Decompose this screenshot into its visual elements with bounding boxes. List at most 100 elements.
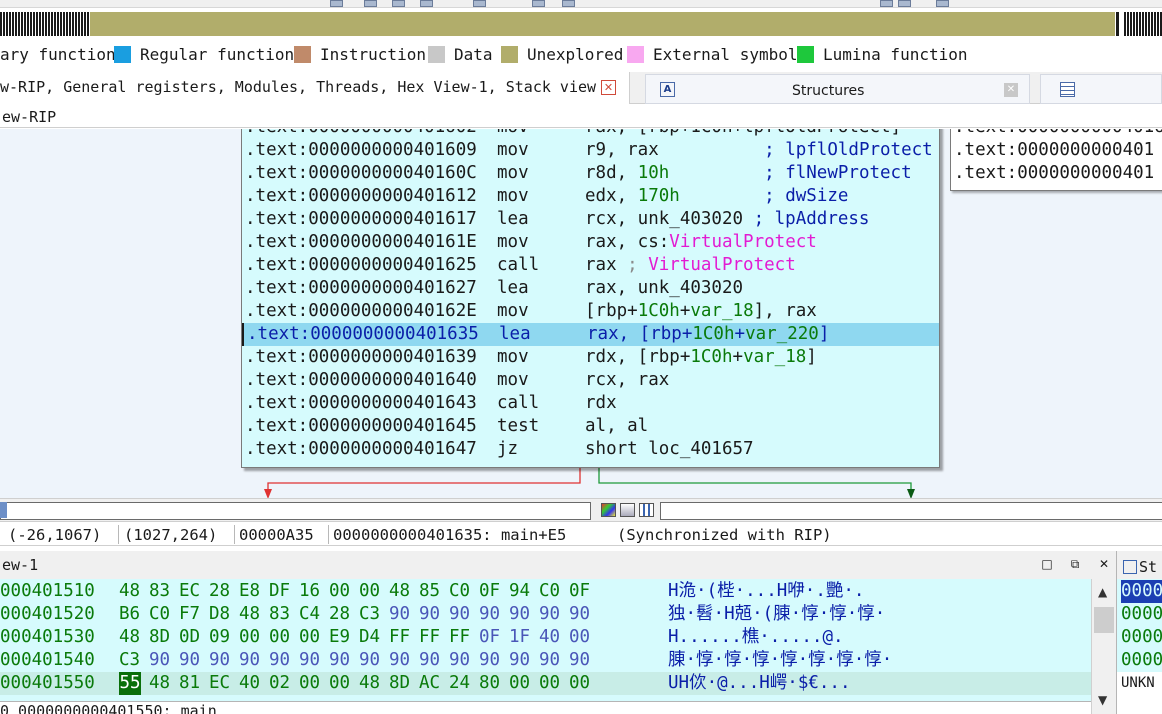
hex-byte[interactable]: 0D [179, 626, 209, 649]
hex-byte[interactable]: 0F [569, 580, 599, 603]
hex-byte[interactable]: 90 [509, 603, 539, 626]
hex-byte[interactable]: 00 [239, 626, 269, 649]
stack-row[interactable]: 0000 [1121, 626, 1162, 649]
scroll-up-icon[interactable]: ▲ [1098, 585, 1107, 599]
asm-mnemonic[interactable]: mov [497, 185, 529, 208]
hex-byte[interactable]: 00 [299, 626, 329, 649]
close-icon[interactable]: ✕ [601, 80, 616, 95]
asm-address[interactable]: .text:0000000000401627 [245, 277, 477, 300]
hex-byte[interactable]: 48 [389, 580, 419, 603]
nav-segment-code[interactable] [0, 12, 90, 36]
stack-row[interactable]: 0000 [1121, 649, 1162, 672]
tab-structures[interactable]: A Structures ✕ [645, 74, 1030, 104]
asm-mnemonic[interactable]: mov [497, 129, 529, 139]
asm-line[interactable]: .text:0000000000401640 mov rcx, rax [242, 369, 939, 392]
hex-byte[interactable]: 90 [209, 649, 239, 672]
hex-byte[interactable]: 90 [419, 603, 449, 626]
hex-ascii[interactable]: UH佽·@...H崿·$€... [668, 672, 851, 695]
stack-view[interactable]: St 00000000000000000000 UNKN [1116, 551, 1162, 714]
hex-byte[interactable]: 90 [269, 649, 299, 672]
asm-operands[interactable]: rax, [rbp+1C0h+var_220] [587, 323, 829, 346]
asm-operands[interactable]: rax, cs:VirtualProtect [585, 231, 817, 254]
stack-row[interactable]: 0000 [1121, 580, 1162, 603]
asm-address[interactable]: .text:000000000040162E [245, 300, 477, 323]
asm-line[interactable]: .text:0000000000401617 lea rcx, unk_403020… [242, 208, 939, 231]
hex-byte[interactable]: 00 [569, 626, 599, 649]
asm-mnemonic[interactable]: test [497, 415, 539, 438]
maximize-icon[interactable]: □ [1040, 557, 1054, 571]
asm-address[interactable]: .text:0000000000401639 [245, 346, 477, 369]
toolbar-icon[interactable] [880, 0, 893, 7]
asm-line[interactable]: .text:0000000000401 [954, 139, 1154, 162]
hex-byte[interactable]: 48 [119, 626, 149, 649]
asm-mnemonic[interactable]: lea [497, 277, 529, 300]
hex-byte[interactable]: 90 [389, 649, 419, 672]
toolbar-icon[interactable] [532, 0, 545, 7]
asm-address[interactable]: .text:0000000000401617 [245, 208, 477, 231]
hex-byte[interactable]: EC [179, 580, 209, 603]
hex-byte[interactable]: 80 [479, 672, 509, 695]
hex-row[interactable]: 000401530 48 8D 0D 09 00 00 00 E9 D4 FF FF FF 0F 1F 40 0… [0, 626, 1091, 649]
asm-line[interactable]: .text:000000000040162E mov [rbp+1C0h+var_1… [242, 300, 939, 323]
hex-row[interactable]: 000401520 B6 C0 F7 D8 48 83 C4 28 C3 90 90 90 90 90 90 9… [0, 603, 1091, 626]
hex-byte[interactable]: FF [389, 626, 419, 649]
asm-operands[interactable]: rax ; VirtualProtect [585, 254, 796, 277]
hex-scrollbar[interactable]: ▲ ▼ [1091, 579, 1116, 714]
asm-line[interactable]: .text:0000000000401643 call rdx [242, 392, 939, 415]
hex-byte[interactable]: 48 [239, 603, 269, 626]
hex-byte[interactable]: 24 [449, 672, 479, 695]
hex-byte[interactable]: 40 [539, 626, 569, 649]
hex-byte[interactable]: 90 [359, 649, 389, 672]
hex-byte[interactable]: 48 [359, 672, 389, 695]
toolbar-icon[interactable] [562, 0, 575, 7]
nav-segment-unexplored[interactable] [90, 12, 1115, 36]
graph-layout-icon[interactable] [639, 503, 654, 517]
asm-mnemonic[interactable]: call [497, 392, 539, 415]
hex-byte[interactable]: 90 [239, 649, 269, 672]
hex-byte[interactable]: 90 [329, 649, 359, 672]
hex-byte[interactable]: FF [449, 626, 479, 649]
hex-row[interactable]: 000401540 C3 90 90 90 90 90 90 90 90 90 90 90 90 90 90 9… [0, 649, 1091, 672]
close-icon[interactable]: ✕ [1097, 557, 1111, 571]
graph-overview-marker[interactable] [0, 502, 7, 518]
hex-ascii[interactable]: 腖·惇·惇·惇·惇·惇·惇·惇· [668, 649, 892, 672]
asm-address[interactable]: .text:0000000000401612 [245, 185, 477, 208]
asm-line[interactable]: .text:0000000000401639 mov rdx, [rbp+1C0h+… [242, 346, 939, 369]
hex-byte[interactable]: 48 [119, 580, 149, 603]
asm-line[interactable]: .text:0000000000401647 jz short loc_401657 [242, 438, 939, 461]
toolbar-icon[interactable] [392, 0, 405, 7]
palette-icon[interactable] [601, 503, 616, 517]
hex-byte[interactable]: 00 [539, 672, 569, 695]
hex-byte[interactable]: 02 [269, 672, 299, 695]
hex-byte[interactable]: 90 [509, 649, 539, 672]
hex-byte[interactable]: D4 [359, 626, 389, 649]
hex-bytes[interactable]: 55 48 81 EC 40 02 00 00 48 8D AC 24 80 00 00 00 [119, 672, 599, 695]
hex-byte[interactable]: 8D [389, 672, 419, 695]
hex-byte[interactable]: 55 [119, 672, 141, 695]
hex-byte[interactable]: C4 [299, 603, 329, 626]
hex-bytes[interactable]: 48 8D 0D 09 00 00 00 E9 D4 FF FF FF 0F 1F 40 00 [119, 626, 599, 649]
graph-scrollbar[interactable] [660, 502, 1162, 520]
asm-operands[interactable]: rdx, [rbp+1C0h+var_18] [585, 346, 817, 369]
hex-byte[interactable]: 83 [149, 580, 179, 603]
asm-line[interactable]: .text:0000000000401609 mov r9, rax ; lpflO… [242, 139, 939, 162]
asm-line[interactable]: .text:00000000004016 [954, 129, 1162, 139]
basic-block[interactable]: .text:0000000000401602 mov rax, [rbp+1C0h+… [241, 129, 940, 468]
asm-mnemonic[interactable]: mov [497, 346, 529, 369]
hex-byte[interactable]: AC [419, 672, 449, 695]
hex-byte[interactable]: 1F [509, 626, 539, 649]
toolbar-icon[interactable] [936, 0, 949, 7]
hex-byte[interactable]: C0 [149, 603, 179, 626]
hex-byte[interactable]: E8 [239, 580, 269, 603]
hex-byte[interactable]: 90 [539, 649, 569, 672]
hex-bytes[interactable]: C3 90 90 90 90 90 90 90 90 90 90 90 90 90 90 90 [119, 649, 599, 672]
asm-address[interactable]: .text:000000000040161E [245, 231, 477, 254]
hex-byte[interactable]: F7 [179, 603, 209, 626]
hex-byte[interactable]: C0 [449, 580, 479, 603]
hex-byte[interactable]: B6 [119, 603, 149, 626]
toolbar-icon[interactable] [330, 0, 343, 7]
scroll-thumb[interactable] [1094, 607, 1114, 633]
hex-byte[interactable]: 90 [149, 649, 179, 672]
hex-byte[interactable]: E9 [329, 626, 359, 649]
asm-line[interactable]: .text:000000000040161E mov rax, cs:Virtual… [242, 231, 939, 254]
